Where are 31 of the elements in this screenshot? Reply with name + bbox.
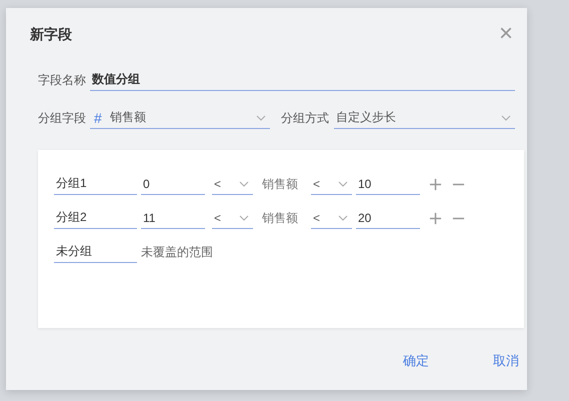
dialog-button[interactable]: 取消	[489, 348, 523, 374]
group-field-select[interactable]: # 销售额	[90, 107, 270, 129]
caret-icon	[501, 114, 511, 120]
caret-icon	[256, 114, 266, 120]
group-field-label: 分组字段	[38, 110, 87, 126]
group-name-input[interactable]: 未分组	[54, 241, 137, 263]
operator-select[interactable]: <	[212, 173, 253, 195]
uncovered-range-note: 未覆盖的范围	[141, 244, 213, 260]
operator-select[interactable]: <	[212, 207, 253, 229]
caret-icon	[239, 180, 249, 186]
dialog-button[interactable]: 确定	[399, 348, 433, 374]
range-start-input[interactable]: 11	[141, 207, 205, 229]
operator-select[interactable]: <	[311, 173, 352, 195]
field-name-label: 字段名称	[38, 72, 87, 88]
add-icon[interactable]	[429, 178, 442, 190]
group-name-input[interactable]: 分组1	[54, 173, 137, 195]
range-end-input[interactable]: 10	[356, 173, 420, 195]
group-name-input[interactable]: 分组2	[54, 207, 137, 229]
add-icon[interactable]	[429, 212, 442, 224]
field-label: 销售额	[262, 210, 299, 226]
range-end-input[interactable]: 20	[356, 207, 420, 229]
group-method-label: 分组方式	[281, 110, 330, 126]
caret-icon	[338, 214, 348, 220]
group-method-select[interactable]: 自定义步长	[334, 107, 515, 129]
field-name-input[interactable]: 数值分组	[90, 69, 515, 91]
operator-select[interactable]: <	[311, 207, 352, 229]
dialog-title: 新字段	[30, 25, 72, 44]
caret-icon	[338, 180, 348, 186]
field-label: 销售额	[262, 176, 299, 192]
caret-icon	[239, 214, 249, 220]
range-start-input[interactable]: 0	[141, 173, 205, 195]
